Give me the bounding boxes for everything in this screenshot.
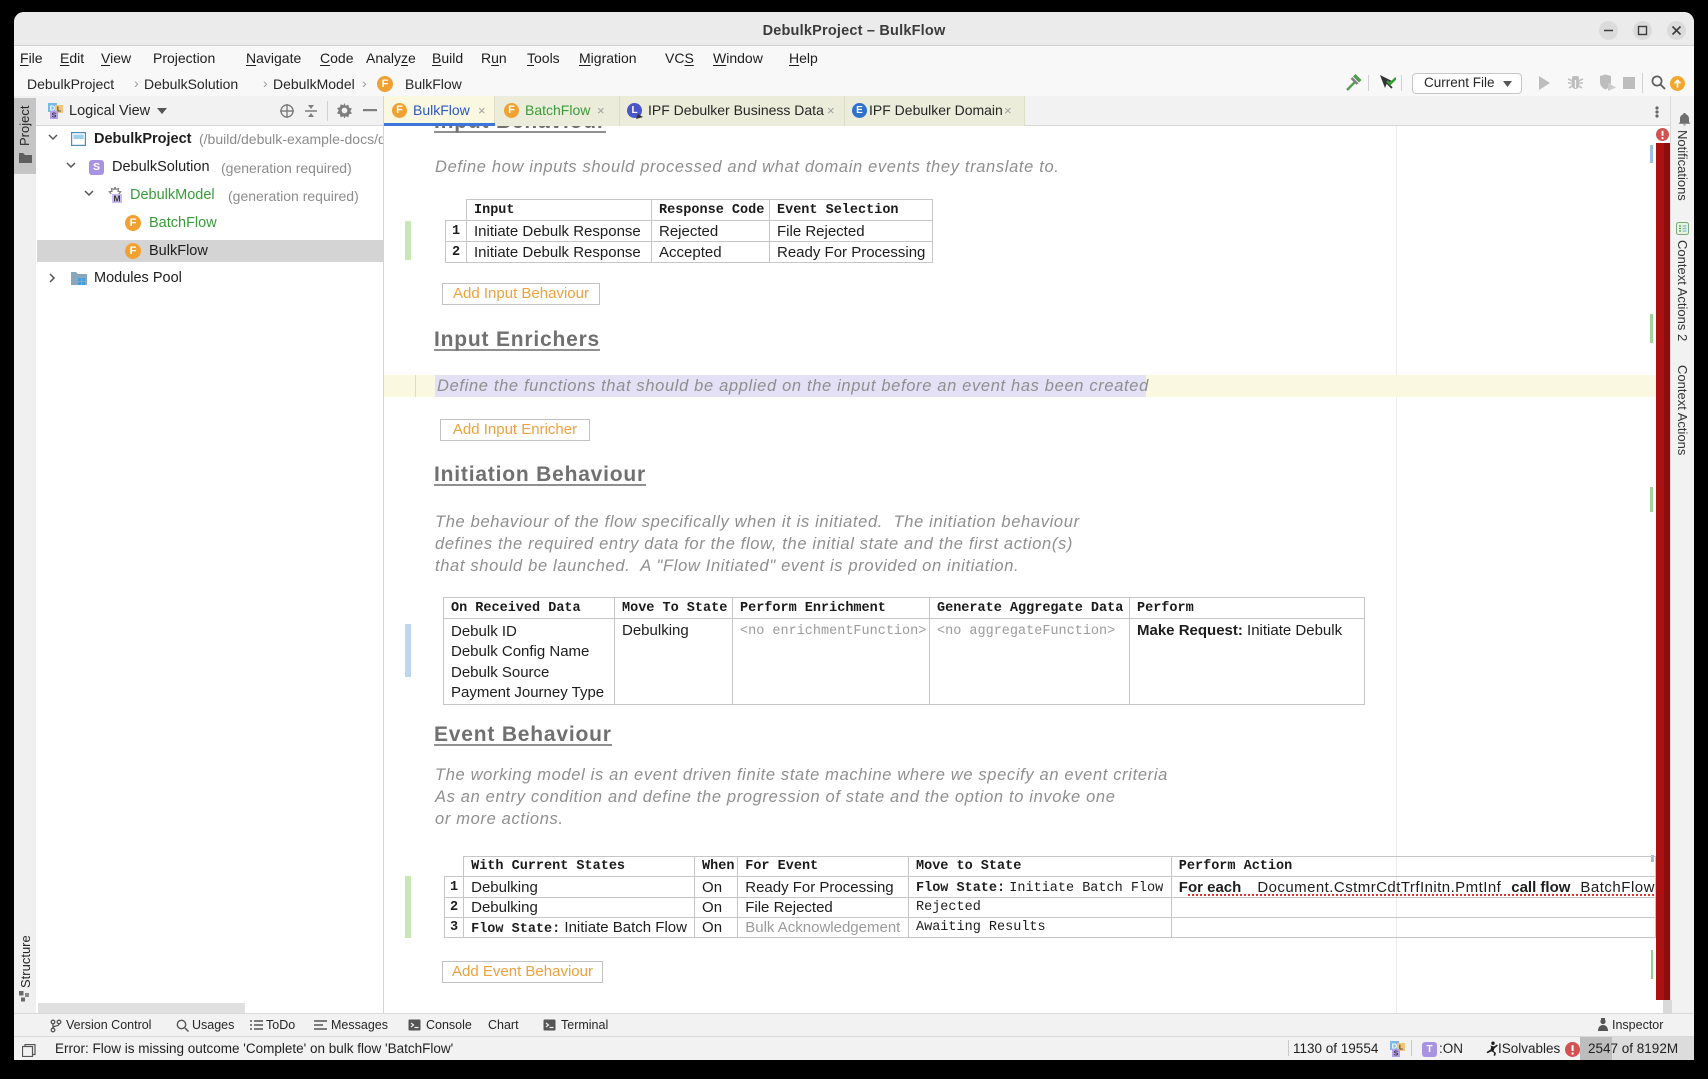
svg-text:M: M (113, 194, 120, 203)
svg-text:S: S (52, 113, 57, 120)
svg-text:S: S (1394, 1051, 1399, 1058)
